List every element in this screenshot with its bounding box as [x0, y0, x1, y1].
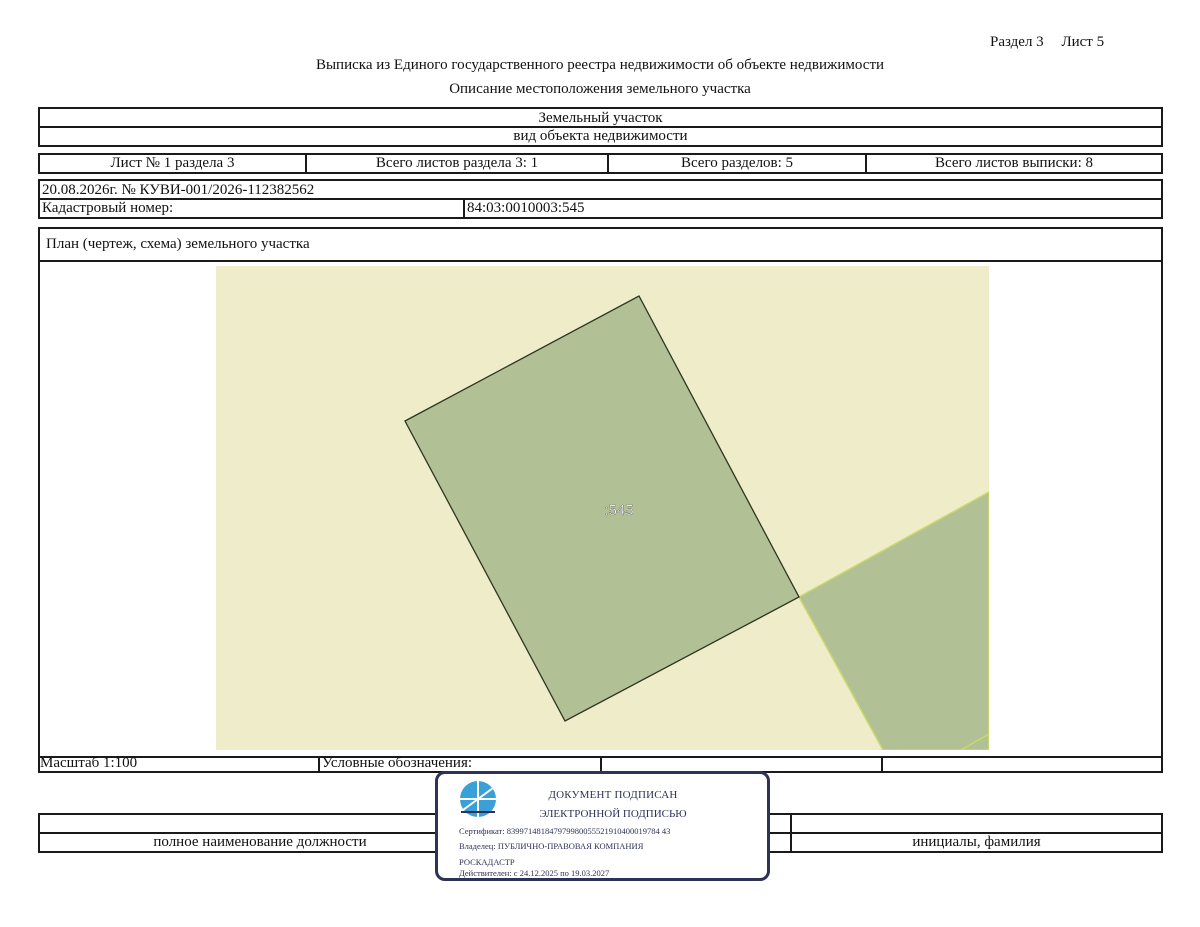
legend-divider-3 [881, 756, 883, 771]
cadastral-label: Кадастровый номер: [42, 200, 174, 216]
parcel-map: :545 [216, 266, 989, 750]
stamp-line-1: ДОКУМЕНТ ПОДПИСАН [548, 789, 678, 801]
scale: Масштаб 1:100 [40, 755, 138, 771]
stamp-line-2: ЭЛЕКТРОННОЙ ПОДПИСЬЮ [539, 808, 687, 820]
section-number: Раздел 3 [990, 34, 1044, 50]
legend-divider-1 [318, 756, 320, 771]
legend-label: Условные обозначения: [322, 755, 473, 771]
total-sheets-extract: Всего листов выписки: 8 [935, 155, 1093, 171]
cadastral-value: 84:03:0010003:545 [467, 200, 585, 216]
parcel-label: :545 [604, 502, 633, 519]
object-type-caption: вид объекта недвижимости [513, 128, 688, 144]
sheet-number: Лист 5 [1061, 34, 1105, 50]
total-sheets-section: Всего листов раздела 3: 1 [307, 155, 609, 172]
stamp-owner-1: Владелец: ПУБЛИЧНО-ПРАВОВАЯ КОМПАНИЯ [459, 841, 644, 851]
document-title: Выписка из Единого государственного реес… [315, 57, 885, 73]
object-type-table: Земельный участок вид объекта недвижимос… [38, 107, 1163, 147]
neighbor-parcel [797, 491, 989, 750]
rosreestr-logo-icon [460, 781, 496, 817]
cadastral-row: Кадастровый номер: 84:03:0010003:545 [40, 199, 1161, 218]
record-date-number: 20.08.2026г. № КУВИ-001/2026-112382562 [40, 181, 1161, 200]
stamp-owner-2: РОСКАДАСТР [459, 857, 515, 867]
electronic-signature-stamp: ДОКУМЕНТ ПОДПИСАН ЭЛЕКТРОННОЙ ПОДПИСЬЮ С… [435, 771, 770, 881]
sheet-of-section: Лист № 1 раздела 3 [40, 155, 307, 172]
parcel-545 [404, 295, 800, 722]
object-type: Земельный участок [40, 109, 1161, 128]
legend-divider-2 [600, 756, 602, 771]
document-subtitle: Описание местоположения земельного участ… [449, 81, 751, 97]
position-caption: полное наименование должности [153, 834, 367, 850]
sheets-info-row: Лист № 1 раздела 3 Всего листов раздела … [38, 153, 1163, 174]
plan-frame: План (чертеж, схема) земельного участка … [38, 227, 1163, 758]
stamp-certificate: Сертификат: 8399714818479799800555219104… [459, 826, 671, 836]
plan-title: План (чертеж, схема) земельного участка [40, 229, 1161, 262]
initials-caption: инициалы, фамилия [912, 834, 1041, 850]
total-sections: Всего разделов: 5 [609, 155, 867, 172]
record-table: 20.08.2026г. № КУВИ-001/2026-112382562 К… [38, 179, 1163, 219]
stamp-valid: Действителен: с 24.12.2025 по 19.03.2027 [459, 868, 610, 878]
parcel-map-svg: :545 [404, 295, 989, 750]
section-sheet-reference: Раздел 3 Лист 5 [990, 34, 1118, 51]
cadastral-divider [463, 199, 465, 218]
